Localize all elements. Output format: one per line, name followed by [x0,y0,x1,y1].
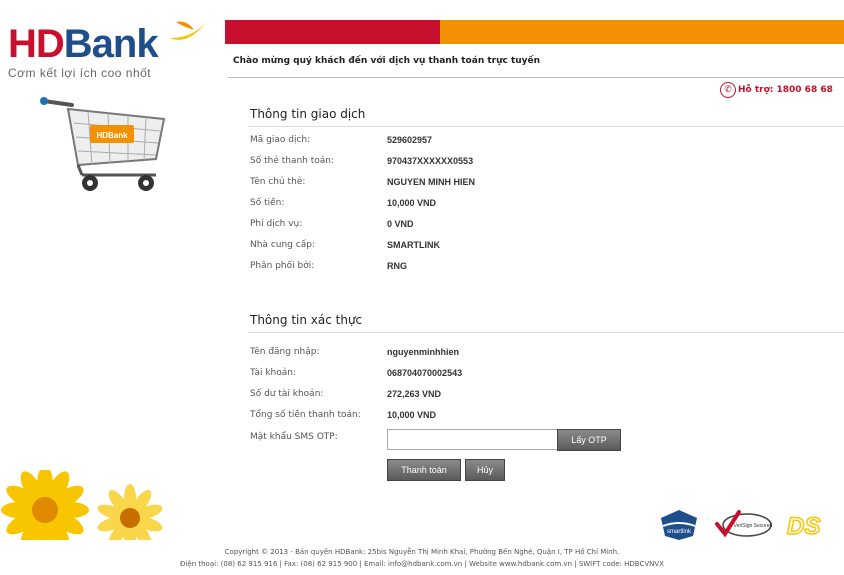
info-label: Nhà cung cấp: [250,240,315,250]
footer: Copyright © 2013 - Bản quyền HDBank: 25b… [0,546,844,570]
logo-hd: HD [8,22,65,66]
info-label: Số thẻ thanh toán: [250,156,335,166]
verisign-secured-icon: VeriSign Secured [715,510,773,538]
header-bar-orange [440,20,844,44]
info-label: Số tiền: [250,198,285,208]
info-value: NGUYEN MINH HIEN [387,177,476,187]
auth-label: Tài khoản: [250,368,296,378]
info-value: RNG [387,261,407,271]
ds-label: DS [787,513,820,539]
info-label: Mã giao dịch: [250,135,311,145]
hdbank-logo: HDBank Cơm kết lợi ích coo nhốt [8,22,159,80]
phone-icon: ✆ [720,82,736,98]
header-divider [228,77,844,78]
flower-decoration-icon [1,470,163,540]
partner-logos: smartlink VeriSign Secured DS [657,508,835,542]
info-value: 0 VND [387,219,414,229]
get-otp-button[interactable]: Lấy OTP [557,429,621,451]
verisign-label: VeriSign Secured [734,523,773,529]
cart-badge: HDBank [96,131,128,140]
section-divider [248,332,844,333]
smartlink-logo-icon: smartlink [661,510,697,540]
header-bar [225,20,844,44]
info-label: Tên chủ thẻ: [250,177,306,187]
auth-value: 272,263 VND [387,389,442,399]
hotline[interactable]: ✆ Hỗ trợ: 1800 68 68 [720,82,833,98]
auth-label: Tên đăng nhập: [250,347,320,357]
footer-copyright: Copyright © 2013 - Bản quyền HDBank: 25b… [224,548,620,556]
pay-button[interactable]: Thanh toán [387,459,461,481]
info-label: Phí dịch vụ: [250,219,303,229]
auth-value: 068704070002543 [387,368,463,378]
hotline-text: Hỗ trợ: 1800 68 68 [738,85,833,95]
info-value: 970437XXXXXX0553 [387,156,474,166]
transaction-section-title: Thông tin giao dịch [250,107,366,121]
cancel-button[interactable]: Hủy [465,459,505,481]
auth-value: 10,000 VND [387,410,437,420]
info-value: 529602957 [387,135,433,145]
brand-column: HDBank Cơm kết lợi ích coo nhốt HDBank [0,0,220,575]
welcome-text: Chào mừng quý khách đến với dịch vụ than… [233,56,541,66]
auth-label: Số dư tài khoản: [250,389,324,399]
shopping-cart-icon: HDBank [40,97,166,191]
sms-otp-input[interactable] [387,429,561,450]
footer-contact: Điện thoại: (08) 62 915 916 | Fax: (08) … [180,560,664,568]
ds-logo-icon: DS [786,512,821,539]
section-divider [248,126,844,127]
hdbank-swoosh-icon [170,12,212,40]
otp-label: Mật khẩu SMS OTP: [250,432,338,442]
info-label: Phân phối bởi: [250,261,315,271]
smartlink-label: smartlink [667,529,692,535]
info-value: 10,000 VND [387,198,437,208]
header-bar-red [225,20,440,44]
logo-bank: Bank [63,22,159,66]
auth-value: nguyenminhhien [387,347,459,357]
logo-slogan: Cơm kết lợi ích coo nhốt [8,66,152,80]
auth-label: Tổng số tiền thanh toán: [250,410,361,420]
auth-section-title: Thông tin xác thực [250,313,363,327]
info-value: SMARTLINK [387,240,440,250]
